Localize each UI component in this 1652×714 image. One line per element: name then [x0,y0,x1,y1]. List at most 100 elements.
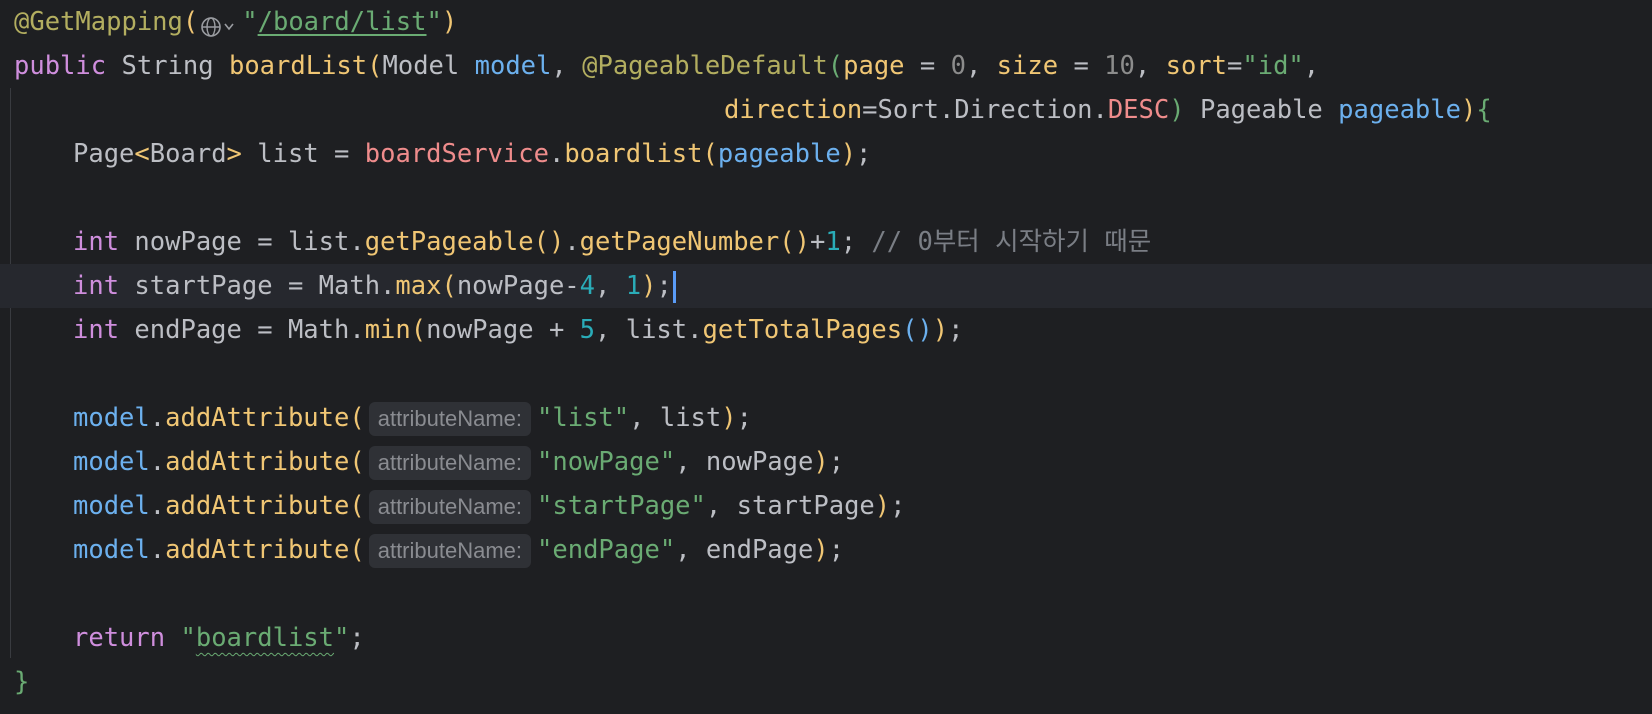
semicolon: ; [840,227,872,257]
attr-page-value: 0 [950,51,966,81]
code-editor[interactable]: @GetMapping("/board/list") public String… [0,0,1652,714]
paren-open: ( [349,491,365,521]
method-call: getTotalPages [702,315,903,345]
semicolon: ; [349,623,365,653]
equals: = [1227,51,1243,81]
semicolon: ; [856,139,872,169]
method-call: boardlist [564,139,703,169]
comma: , list. [595,315,703,345]
arg: , startPage [705,491,875,521]
assignment: endPage = Math. [119,315,365,345]
dot: . [149,403,166,433]
type-page: Page [73,139,135,169]
paren-close: ) [813,447,829,477]
keyword-int: int [73,271,120,301]
equals: = [862,95,878,125]
dot: . [149,447,166,477]
method-name: boardList [228,51,368,81]
type-board: Board [149,139,227,169]
code-line-4[interactable]: Page<Board> list = boardService.boardlis… [0,132,1652,176]
code-line-12[interactable]: model.addAttribute(attributeName: "startP… [0,484,1652,528]
code-line-10[interactable]: model.addAttribute(attributeName: "list",… [0,396,1652,440]
attr-sort: sort [1165,51,1228,81]
param-name: model [474,51,552,81]
string-literal: "nowPage" [537,447,676,477]
method-call: addAttribute [165,447,350,477]
text-caret [672,271,676,303]
attr-size-value: 10 [1104,51,1135,81]
string-literal: "endPage" [537,535,676,565]
semicolon: ; [948,315,964,345]
code-line-6[interactable]: int nowPage = list.getPageable().getPage… [0,220,1652,264]
method-call: addAttribute [165,491,350,521]
parameter-hint: attributeName: [368,490,532,524]
direction-enum: Sort.Direction. [877,95,1108,125]
paren-close: ) [932,315,949,345]
number-literal: 1 [625,271,642,301]
var-list: list = [241,139,365,169]
comma: , [965,51,982,81]
attr-sort-value: "id" [1242,51,1304,81]
comma: , [1134,51,1151,81]
operator-plus: + [809,227,826,257]
arg: nowPage + [426,315,580,345]
url-link[interactable]: /board/list [258,7,427,37]
comma: , [595,271,626,301]
paren-open: ( [367,51,383,81]
keyword-int: int [73,227,120,257]
code-line-3[interactable]: direction=Sort.Direction.DESC) Pageable … [0,88,1652,132]
semicolon: ; [828,535,845,565]
model-ref: model [73,535,150,565]
paren-close: ) [1460,95,1477,125]
arg: , nowPage [675,447,814,477]
paren-close: ) [1169,95,1185,125]
param-type: Pageable [1199,95,1323,125]
code-line-7-current[interactable]: int startPage = Math.max(nowPage-4, 1); [0,264,1652,308]
model-ref: model [73,491,150,521]
paren-open: ( [441,271,457,301]
paren-close: ) [874,491,891,521]
assignment: startPage = Math. [119,271,396,301]
code-line-16[interactable]: } [0,660,1652,704]
method-call: addAttribute [165,403,350,433]
parens: () [533,227,565,257]
attr-size: size [996,51,1059,81]
param-name: pageable [1338,95,1461,125]
keyword-return: return [73,623,166,653]
quote-close: " [334,623,350,653]
quote-open: " [165,623,196,653]
attr-direction: direction [724,95,863,125]
code-line-11[interactable]: model.addAttribute(attributeName: "nowPag… [0,440,1652,484]
code-line-13[interactable]: model.addAttribute(attributeName: "endPag… [0,528,1652,572]
paren-open: ( [182,7,199,37]
direction-desc: DESC [1107,95,1170,125]
annotation-pageabledefault: @PageableDefault [582,51,828,81]
string-literal: "startPage" [537,491,706,521]
url-quote-close: " [426,7,442,37]
globe-icon[interactable] [200,10,240,37]
modifier-public: public [14,51,107,81]
paren-open: ( [349,447,365,477]
code-line-1[interactable]: @GetMapping("/board/list") [0,0,1652,44]
method-call: max [395,271,442,301]
arg: , list [629,403,722,433]
dot: . [149,535,166,565]
brace-open: { [1476,95,1492,125]
code-line-2[interactable]: public String boardList(Model model, @Pa… [0,44,1652,88]
paren-close: ) [813,535,829,565]
model-ref: model [73,447,150,477]
return-value-typo[interactable]: boardlist [196,623,334,653]
code-line-8[interactable]: int endPage = Math.min(nowPage + 5, list… [0,308,1652,352]
method-call: addAttribute [165,535,350,565]
equals: = [904,51,951,81]
attr-page: page [843,51,905,81]
parameter-hint: attributeName: [368,402,532,436]
code-line-15[interactable]: return "boardlist"; [0,616,1652,660]
paren-open: ( [349,535,365,565]
comma: , [1303,51,1320,81]
number-literal: 4 [579,271,596,301]
equals: = [1058,51,1105,81]
generic-open: < [134,139,150,169]
paren-close: ) [721,403,737,433]
field-boardservice: boardService [364,139,549,169]
